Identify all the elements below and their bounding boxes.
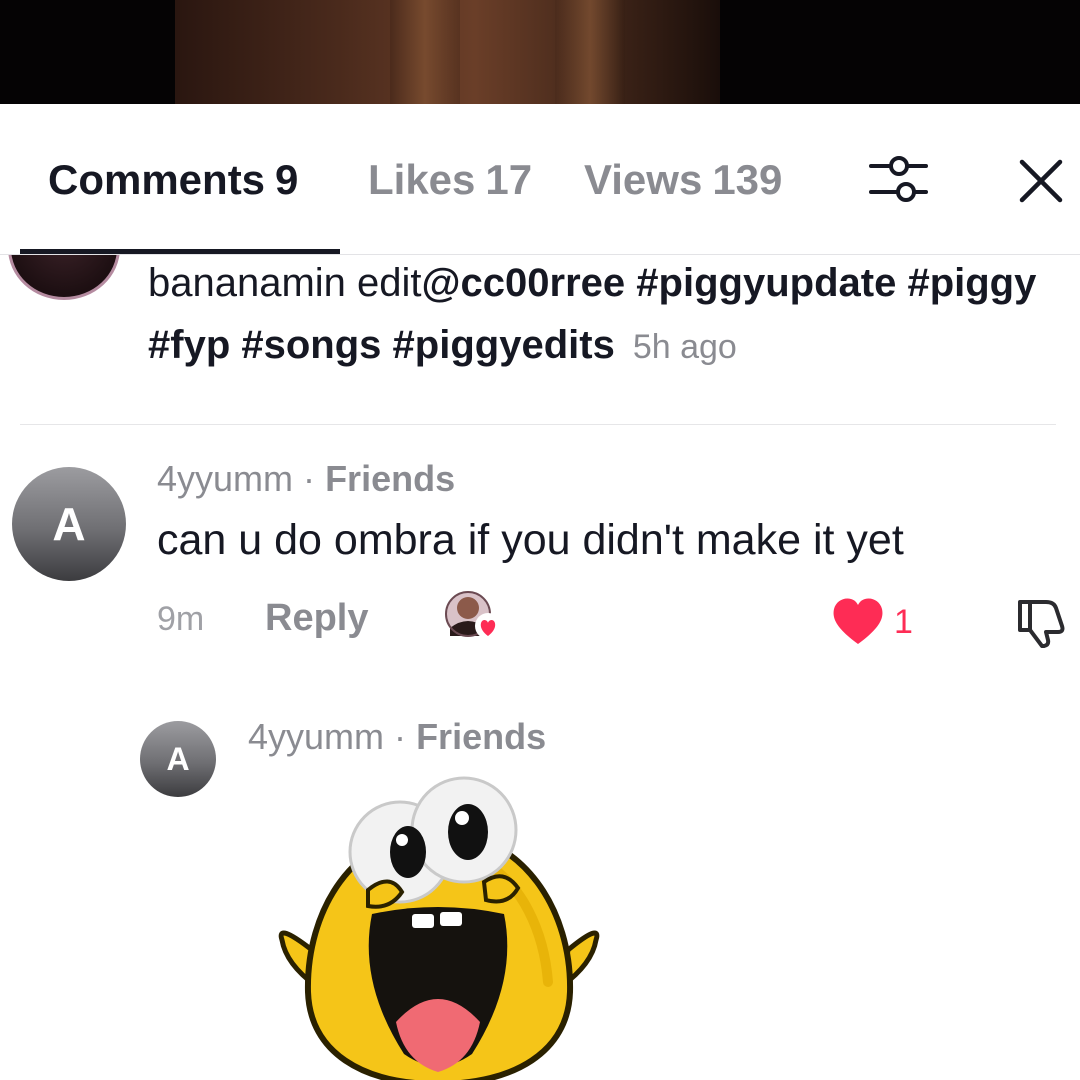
- comment-text: can u do ombra if you didn't make it yet: [157, 516, 904, 564]
- hashtag-link[interactable]: #piggyupdate: [636, 261, 896, 305]
- avatar[interactable]: A: [140, 721, 216, 797]
- hashtag-link[interactable]: #piggy: [907, 261, 1036, 305]
- hashtag-link[interactable]: #piggyedits: [393, 323, 615, 367]
- caption-divider: [20, 424, 1056, 425]
- like-count: 1: [894, 603, 913, 641]
- tab-views-label: Views: [584, 156, 703, 203]
- close-icon[interactable]: [1018, 158, 1064, 204]
- hashtag-link[interactable]: #fyp: [148, 323, 230, 367]
- tab-likes[interactable]: Likes 17: [368, 156, 532, 204]
- heart-icon[interactable]: [830, 596, 886, 646]
- reply-button[interactable]: Reply: [265, 597, 368, 640]
- username-text: 4yyumm: [248, 716, 385, 757]
- yellow-blob-laughing-sticker[interactable]: [272, 772, 604, 1080]
- friends-label: Friends: [325, 458, 456, 499]
- reply-username[interactable]: 4yyumm · Friends: [248, 716, 546, 758]
- avatar[interactable]: A: [12, 467, 126, 581]
- username-separator: ·: [394, 716, 407, 757]
- hashtag-link[interactable]: #songs: [241, 323, 381, 367]
- tab-comments-label: Comments: [48, 156, 266, 203]
- tab-comments-count: 9: [275, 156, 299, 203]
- creator-liked-badge: [445, 591, 501, 639]
- video-frame-highlight: [390, 0, 460, 104]
- friends-label: Friends: [416, 716, 547, 757]
- username-text: 4yyumm: [157, 458, 294, 499]
- username-separator: ·: [303, 458, 316, 499]
- tab-likes-label: Likes: [368, 156, 476, 203]
- tab-views[interactable]: Views 139: [584, 156, 782, 204]
- tab-views-count: 139: [712, 156, 783, 203]
- dislike-icon[interactable]: [1012, 596, 1070, 648]
- video-frame-highlight: [555, 0, 625, 104]
- video-caption: bananamin edit@cc00rree #piggyupdate #pi…: [148, 252, 1068, 378]
- caption-text: bananamin edit: [148, 261, 422, 305]
- caption-time: 5h ago: [632, 328, 737, 366]
- comment-username[interactable]: 4yyumm · Friends: [157, 458, 455, 500]
- tab-likes-count: 17: [485, 156, 533, 203]
- mention-link[interactable]: @cc00rree: [422, 261, 626, 305]
- filter-icon[interactable]: [868, 152, 930, 208]
- video-background[interactable]: [0, 0, 1080, 104]
- tab-comments[interactable]: Comments 9: [48, 156, 298, 204]
- comment-time: 9m: [157, 600, 205, 638]
